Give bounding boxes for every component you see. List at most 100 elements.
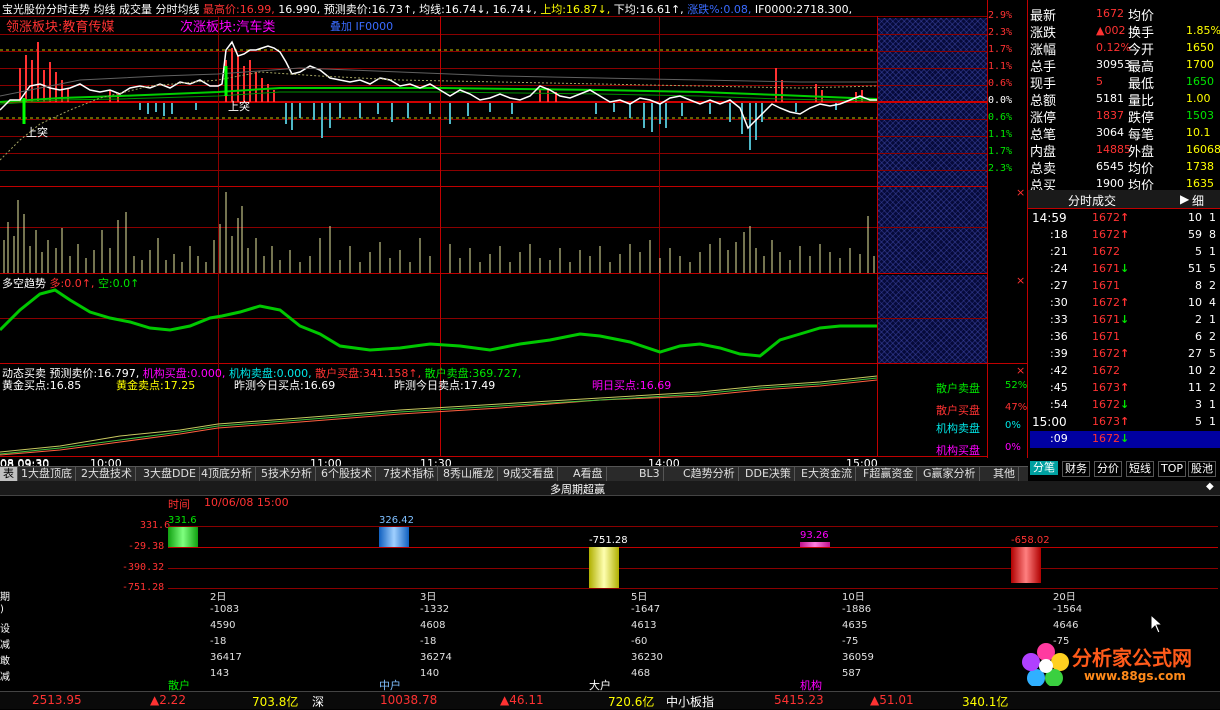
- quote-value: 1.00: [1186, 92, 1211, 105]
- legend-row: 机构买盘 0%: [878, 442, 1026, 458]
- indicator-tab[interactable]: 其他: [990, 467, 1019, 481]
- scroll-arrow-icon[interactable]: ◆: [1206, 481, 1214, 492]
- indicator-tab[interactable]: DDE决策: [742, 467, 795, 481]
- arrow-down-icon: ↓: [1120, 313, 1130, 326]
- row-label: ): [0, 604, 4, 615]
- tick-time: :24: [1050, 262, 1068, 275]
- tab-active-marker[interactable]: 表: [0, 467, 18, 481]
- sz-amount: 720.6亿: [608, 695, 655, 709]
- ticks-detail[interactable]: 细: [1192, 192, 1204, 209]
- quote-value: 6545: [1096, 160, 1124, 173]
- right-tab[interactable]: 短线: [1126, 461, 1154, 477]
- tick-count: 5: [1209, 262, 1216, 275]
- gold-sell-label: 黄金卖点:: [116, 379, 164, 392]
- indicator-tab[interactable]: 9成交看盘: [500, 467, 558, 481]
- quote-value: ▲002: [1096, 24, 1126, 37]
- indicator-tab[interactable]: 2大盘技术: [78, 467, 136, 481]
- dynamic-panel-points: 黄金买点:16.85 黄金卖点:17.25 昨测今日买点:16.69 昨测今日卖…: [2, 377, 877, 393]
- tomorrow-buy-label: 明日买点:: [592, 379, 640, 392]
- tick-row[interactable]: :33 1671 ↓ 2 1: [1030, 312, 1220, 329]
- row-label: 期: [0, 592, 10, 603]
- tick-row[interactable]: 14:59 1672 ↑ 10 1: [1030, 210, 1220, 227]
- tick-volume: 11: [1188, 381, 1202, 394]
- period-value: -1564: [1053, 604, 1083, 615]
- legend-label: 机构买盘: [936, 444, 980, 457]
- quote-row: 最新 1672 均价: [1030, 5, 1220, 24]
- tick-row[interactable]: :30 1672 ↑ 10 4: [1030, 295, 1220, 312]
- indicator-tab[interactable]: 1大盘顶底: [18, 467, 76, 481]
- right-tab[interactable]: 分笔: [1030, 461, 1058, 475]
- arrow-up-icon: ↑: [1120, 381, 1130, 394]
- main-chart-area[interactable]: 上突 上突 2.9% 2.3% 1.7% 1.1% 0.6% 0.0% 0.6%…: [0, 0, 1028, 471]
- scale-label: 1.7%: [988, 44, 1013, 55]
- close-icon[interactable]: ×: [1016, 186, 1025, 199]
- arrow-up-icon: ↑: [1120, 211, 1130, 224]
- indicator-tab[interactable]: 3大盘DDE: [140, 467, 200, 481]
- quote-row: 总手 30953 最高 1700: [1030, 56, 1220, 75]
- breakout-mark: 上突: [26, 126, 48, 139]
- sz-label[interactable]: 深: [312, 693, 324, 710]
- scale-label: 0.6%: [988, 112, 1013, 123]
- bar-value: 326.42: [379, 515, 414, 526]
- gold-sell: 黄金卖点:17.25: [116, 377, 195, 393]
- indicator-tab[interactable]: 4顶底分析: [198, 467, 256, 481]
- trend-title: 多空趋势: [2, 277, 46, 290]
- tick-price: 1672: [1092, 432, 1120, 445]
- tick-price: 1672: [1092, 211, 1120, 224]
- tick-row[interactable]: :21 1672 5 1: [1030, 244, 1220, 261]
- right-tab[interactable]: TOP: [1158, 461, 1187, 477]
- tick-count: 1: [1209, 245, 1216, 258]
- ticks-title[interactable]: 分时成交: [1068, 192, 1116, 209]
- period-value: -1647: [631, 604, 661, 615]
- indicator-tab[interactable]: G赢家分析: [920, 467, 980, 481]
- tick-price: 1672: [1092, 296, 1120, 309]
- right-tab[interactable]: 财务: [1062, 461, 1090, 477]
- gold-buy: 黄金买点:16.85: [2, 377, 81, 393]
- tick-price: 1672: [1092, 398, 1120, 411]
- tick-price: 1671: [1092, 279, 1120, 292]
- tick-row[interactable]: :39 1672 ↑ 27 5: [1030, 346, 1220, 363]
- indicator-tab[interactable]: 6个股技术: [318, 467, 376, 481]
- indicator-tab[interactable]: BL3: [636, 467, 664, 481]
- tick-row[interactable]: :42 1672 10 2: [1030, 363, 1220, 380]
- y-grid-zero: [168, 547, 1218, 548]
- right-tab[interactable]: 股池: [1188, 461, 1216, 477]
- right-tab[interactable]: 分价: [1094, 461, 1122, 477]
- tick-row[interactable]: :24 1671 ↓ 51 5: [1030, 261, 1220, 278]
- tick-time: :27: [1050, 279, 1068, 292]
- indicator-tab[interactable]: F超赢资金: [860, 467, 918, 481]
- indicator-tab[interactable]: C趋势分析: [680, 467, 739, 481]
- y-tick: -390.32: [122, 562, 165, 573]
- arrow-up-icon: ↑: [1120, 296, 1130, 309]
- mouse-cursor-icon: [1150, 614, 1164, 634]
- bear-label: 空:: [97, 277, 113, 290]
- tick-row[interactable]: :09 1672 ↓: [1030, 431, 1220, 448]
- tick-time: :45: [1050, 381, 1068, 394]
- ticks-toggle[interactable]: ▶: [1180, 192, 1189, 206]
- indicator-tab[interactable]: A看盘: [570, 467, 607, 481]
- bull-label: 多:: [49, 277, 65, 290]
- tick-row[interactable]: 15:00 1673 ↑ 5 1: [1030, 414, 1220, 431]
- sme-label[interactable]: 中小板指: [666, 693, 714, 710]
- bar-retail: [168, 527, 198, 547]
- quote-value: 16068: [1186, 143, 1220, 156]
- indicator-tab[interactable]: 8秀山雁龙: [440, 467, 498, 481]
- gold-buy-label: 黄金买点:: [2, 379, 50, 392]
- period-column: 5日 -1647 4613 -60 36230 468: [631, 588, 781, 679]
- tick-row[interactable]: :36 1671 6 2: [1030, 329, 1220, 346]
- lower-title: 多周期超赢: [550, 483, 605, 496]
- indicator-tab[interactable]: 7技术指标: [380, 467, 438, 481]
- tick-time: 15:00: [1032, 415, 1067, 429]
- tick-time: :21: [1050, 245, 1068, 258]
- quote-value: 1672: [1096, 7, 1124, 20]
- row-label: 减: [0, 640, 10, 651]
- close-icon[interactable]: ×: [1016, 274, 1025, 287]
- indicator-tab[interactable]: 5技术分析: [258, 467, 316, 481]
- scale-label: 2.9%: [988, 10, 1013, 21]
- bar-value: 331.6: [168, 515, 197, 526]
- tick-row[interactable]: :45 1673 ↑ 11 2: [1030, 380, 1220, 397]
- tick-row[interactable]: :18 1672 ↑ 59 8: [1030, 227, 1220, 244]
- tick-row[interactable]: :27 1671 8 2: [1030, 278, 1220, 295]
- tick-row[interactable]: :54 1672 ↓ 3 1: [1030, 397, 1220, 414]
- indicator-tab[interactable]: E大资金流: [798, 467, 856, 481]
